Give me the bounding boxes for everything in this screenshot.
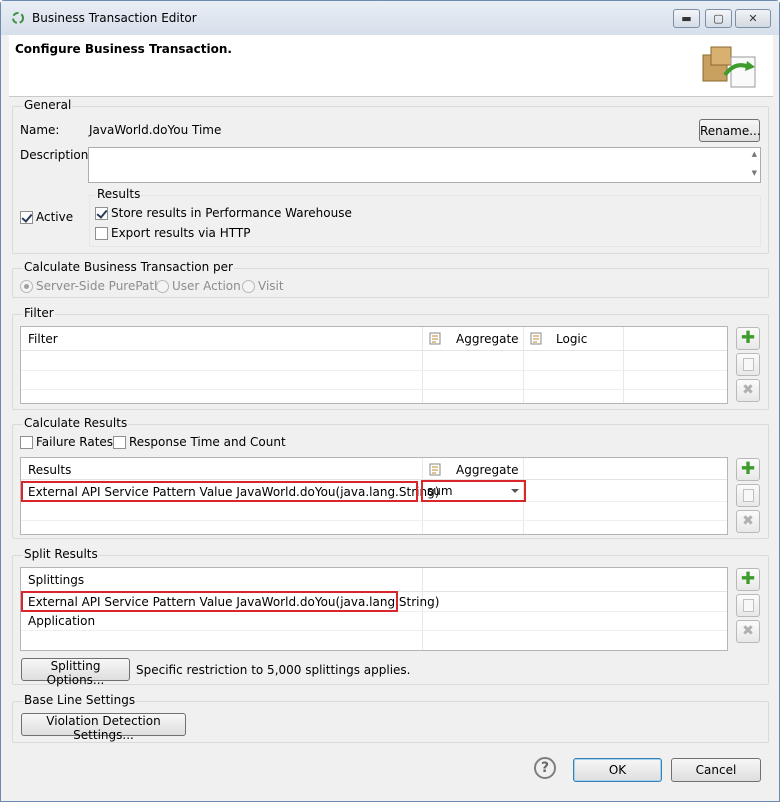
filter-table[interactable]: Filter Aggregate Logic (20, 326, 728, 404)
radio-user-action[interactable] (156, 280, 169, 293)
splittings-edit-button[interactable] (736, 594, 760, 617)
remove-icon: ✖ (742, 623, 754, 639)
splittings-table-header (21, 568, 727, 592)
business-transaction-logo-icon (702, 46, 756, 88)
calculate-per-title: Calculate Business Transaction per (23, 260, 234, 274)
filter-logic-column-header[interactable]: Logic (556, 332, 587, 346)
failure-rates-checkbox[interactable] (20, 436, 33, 449)
baseline-title: Base Line Settings (23, 693, 137, 707)
scroll-up-icon[interactable]: ▲ (752, 150, 757, 158)
results-table-header (21, 458, 727, 480)
filter-add-button[interactable]: ✚ (736, 327, 760, 350)
splittings-column-header[interactable]: Splittings (28, 573, 84, 587)
results-edit-button[interactable] (736, 484, 760, 507)
close-button[interactable]: ✕ (735, 9, 771, 28)
filter-group-title: Filter (23, 306, 55, 320)
aggregate-cell-highlight (421, 480, 526, 502)
results-aggregate-header-icon (429, 463, 441, 476)
window-title: Business Transaction Editor (32, 11, 197, 25)
title-bar: Business Transaction Editor ▬ ▢ ✕ (1, 1, 779, 35)
maximize-button[interactable]: ▢ (705, 9, 732, 28)
description-label: Description: (20, 148, 93, 162)
results-row-highlight (21, 481, 418, 502)
export-results-label: Export results via HTTP (111, 226, 251, 240)
ok-button[interactable]: OK (573, 758, 662, 782)
split-results-title: Split Results (23, 547, 99, 561)
radio-server-side-purepath[interactable] (20, 280, 33, 293)
radio-server-side-purepath-label: Server-Side PurePath (36, 279, 162, 293)
store-results-checkbox[interactable] (95, 207, 108, 220)
plus-icon: ✚ (740, 328, 756, 348)
help-icon[interactable]: ? (534, 757, 556, 779)
splittings-remove-button[interactable]: ✖ (736, 620, 760, 643)
filter-column-header[interactable]: Filter (28, 332, 58, 346)
results-subgroup-title: Results (96, 187, 142, 201)
failure-rates-label: Failure Rates (36, 435, 114, 449)
response-time-checkbox[interactable] (113, 436, 126, 449)
store-results-label: Store results in Performance Warehouse (111, 206, 352, 220)
splittings-add-button[interactable]: ✚ (736, 568, 760, 591)
minimize-button[interactable]: ▬ (673, 9, 700, 28)
aggregate-header-icon (429, 332, 441, 345)
export-results-checkbox[interactable] (95, 227, 108, 240)
response-time-label: Response Time and Count (129, 435, 286, 449)
header-title: Configure Business Transaction. (15, 42, 232, 56)
active-checkbox[interactable] (20, 211, 33, 224)
remove-icon: ✖ (742, 513, 754, 529)
business-transaction-editor-window: Business Transaction Editor ▬ ▢ ✕ Config… (0, 0, 780, 802)
radio-visit-label: Visit (258, 279, 284, 293)
active-label: Active (36, 210, 74, 224)
radio-visit[interactable] (242, 280, 255, 293)
results-aggregate-column-header[interactable]: Aggregate (456, 463, 519, 477)
dialog-header: Configure Business Transaction. (9, 35, 773, 97)
cancel-button[interactable]: Cancel (671, 758, 761, 782)
splitting-options-button[interactable]: Splitting Options... (21, 658, 130, 687)
filter-remove-button[interactable]: ✖ (736, 379, 760, 402)
name-label: Name: (20, 123, 60, 137)
filter-table-header (21, 327, 727, 351)
edit-icon (743, 489, 754, 502)
results-column-header[interactable]: Results (28, 463, 71, 477)
remove-icon: ✖ (742, 382, 754, 398)
name-value[interactable]: JavaWorld.doYou Time (89, 123, 221, 137)
results-add-button[interactable]: ✚ (736, 458, 760, 481)
refresh-app-icon (12, 12, 24, 24)
edit-icon (743, 358, 754, 371)
scroll-down-icon[interactable]: ▼ (752, 169, 757, 177)
splitting-row-highlight (21, 591, 398, 612)
plus-icon: ✚ (740, 459, 756, 479)
filter-aggregate-column-header[interactable]: Aggregate (456, 332, 519, 346)
edit-icon (743, 599, 754, 612)
radio-user-action-label: User Action (172, 279, 241, 293)
general-group-title: General (23, 98, 73, 112)
filter-edit-button[interactable] (736, 353, 760, 376)
violation-detection-settings-button[interactable]: Violation Detection Settings... (21, 713, 186, 742)
splitting-row-application[interactable]: Application (28, 614, 95, 628)
plus-icon: ✚ (740, 569, 756, 589)
rename-button[interactable]: Rename... (699, 119, 761, 142)
splitting-restriction-text: Specific restriction to 5,000 splittings… (136, 663, 411, 677)
logic-header-icon (530, 332, 542, 345)
calculate-results-title: Calculate Results (23, 416, 129, 430)
results-remove-button[interactable]: ✖ (736, 510, 760, 533)
description-textarea[interactable]: ▲ ▼ (88, 147, 761, 183)
